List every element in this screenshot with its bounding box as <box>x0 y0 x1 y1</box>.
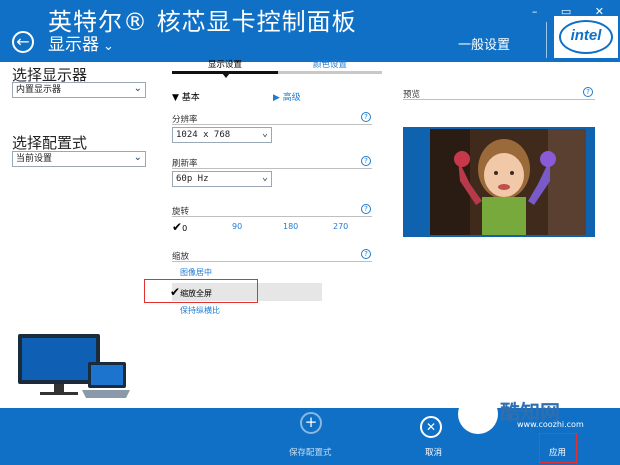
display-menu-label: 显示器 <box>48 35 99 55</box>
resolution-select[interactable]: 1024 x 768 ⌄ <box>172 127 272 143</box>
advanced-mode-toggle[interactable]: ▶ 高级 <box>273 90 301 103</box>
monitor-laptop-illustration <box>18 334 130 398</box>
chevron-down-icon: ⌄ <box>133 152 142 163</box>
display-select[interactable]: 内置显示器 ⌄ <box>12 82 146 98</box>
chevron-down-icon: ⌄ <box>261 128 268 139</box>
scaling-help-icon[interactable]: ? <box>361 249 371 259</box>
rotation-help-icon[interactable]: ? <box>361 204 371 214</box>
tab-color-settings[interactable]: 颜色设置 <box>278 58 382 70</box>
resolution-help-icon[interactable]: ? <box>361 112 371 122</box>
rotation-option-180[interactable]: 180 <box>283 222 298 231</box>
refresh-rate-divider <box>172 168 372 169</box>
profile-select[interactable]: 当前设置 ⌄ <box>12 151 146 167</box>
apply-highlight-box <box>539 433 577 463</box>
scaling-option-keep-aspect[interactable]: 保持纵横比 <box>180 305 220 316</box>
rotation-option-90[interactable]: 90 <box>232 222 242 231</box>
basic-mode-label: 基本 <box>181 93 200 103</box>
close-icon[interactable]: ✕ <box>420 416 442 438</box>
watermark-url: www.coozhi.com <box>517 420 584 429</box>
preview-help-icon[interactable]: ? <box>583 87 593 97</box>
resolution-value: 1024 x 768 <box>176 130 231 140</box>
header-divider <box>546 22 547 58</box>
display-select-value: 内置显示器 <box>16 85 62 95</box>
select-profile-heading: 选择配置式 <box>12 134 88 152</box>
app-header: 英特尔® 核芯显卡控制面板 ← 显示器 ⌄ 一般设置 – ▭ ✕ <box>0 0 620 62</box>
advanced-mode-label: 高级 <box>282 93 301 103</box>
triangle-down-icon: ▼ <box>172 93 179 103</box>
refresh-rate-select[interactable]: 60p Hz ⌄ <box>172 171 272 187</box>
cancel-button[interactable]: 取消 <box>425 446 442 458</box>
general-settings-label[interactable]: 一般设置 <box>458 34 510 53</box>
checkmark-icon: ✔ <box>172 220 183 234</box>
rotation-divider <box>172 216 372 217</box>
triangle-right-icon: ▶ <box>273 93 280 103</box>
tab-display-settings[interactable]: 显示设置 <box>172 58 278 70</box>
profile-select-value: 当前设置 <box>16 154 53 164</box>
chevron-down-icon: ⌄ <box>261 172 268 183</box>
rotation-option-0[interactable]: ✔0 <box>172 220 187 234</box>
scaling-divider <box>172 261 372 262</box>
chevron-down-icon: ⌄ <box>133 83 142 94</box>
scaling-option-center[interactable]: 图像居中 <box>180 267 212 278</box>
rotation-option-270[interactable]: 270 <box>333 222 348 231</box>
intel-logo: intel <box>559 20 613 54</box>
basic-mode-toggle[interactable]: ▼ 基本 <box>172 90 200 103</box>
inactive-tab-indicator <box>278 71 382 74</box>
tab-pointer-icon <box>222 73 230 78</box>
preview-photo <box>430 129 586 235</box>
resolution-divider <box>172 124 372 125</box>
back-arrow-icon[interactable]: ← <box>12 31 34 53</box>
watermark-logo-icon <box>458 394 498 434</box>
full-screen-highlight-box <box>144 279 258 303</box>
refresh-rate-value: 60p Hz <box>176 174 209 184</box>
display-menu-button[interactable]: 显示器 ⌄ <box>48 30 114 55</box>
save-profile-button[interactable]: 保存配置式 <box>289 446 332 458</box>
refresh-rate-help-icon[interactable]: ? <box>361 156 371 166</box>
chevron-down-icon: ⌄ <box>103 39 114 54</box>
preview-divider <box>403 99 595 100</box>
plus-icon[interactable]: + <box>300 412 322 434</box>
